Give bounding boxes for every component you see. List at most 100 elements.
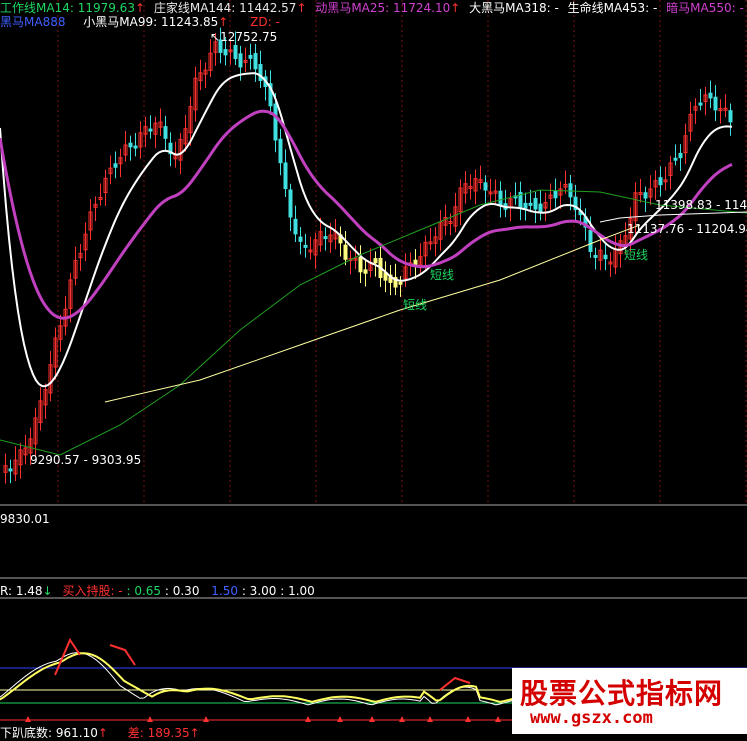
candle-body: [293, 218, 298, 235]
candle-body: [483, 182, 488, 191]
candle-body: [273, 103, 278, 141]
legend-small-horse: 小黑马MA99: 11243.85: [83, 15, 219, 29]
price-chart[interactable]: [0, 0, 747, 734]
candle-body: [588, 229, 593, 252]
bottom-count-arrow: ↑: [97, 726, 108, 740]
candle-body: [593, 254, 598, 258]
candle-body: [133, 145, 138, 149]
indicator-r: R: 1.48: [0, 584, 43, 598]
candle-body: [398, 281, 403, 285]
buy-signal-marker: [337, 716, 343, 722]
candle-body: [8, 468, 13, 472]
candle-body: [163, 126, 168, 139]
legend-dark-horse-25-arrow: ↑: [450, 1, 461, 15]
candle-body: [363, 269, 368, 274]
ma-yellow-line: [104, 224, 641, 403]
legend-dealer-line: 庄家线MA144: 11442.57: [153, 1, 297, 15]
candle-body: [288, 189, 293, 218]
short-line-label-2: 短线: [403, 298, 428, 312]
legend-life-line: 生命线MA453: -: [567, 1, 658, 15]
peak-value: 12752.75: [220, 30, 278, 44]
candle-body: [658, 177, 663, 186]
bottom-count: 下趴底数: 961.10: [0, 726, 98, 740]
candle-body: [148, 128, 153, 132]
candle-body: [533, 197, 538, 210]
indicator-bottom-legend: 下趴底数: 961.10↑ 差: 189.35↑: [0, 724, 200, 741]
indicator-red-segment: [439, 676, 471, 691]
left-value-label: 9830.01: [0, 512, 50, 526]
candle-body: [673, 157, 678, 161]
candle-body: [373, 258, 378, 264]
candle-body: [523, 202, 528, 209]
indicator-legend: R: 1.48↓ 买入持股: - : 0.65 : 0.30 1.50 : 3.…: [0, 582, 315, 599]
indicator-r-arrow: ↓: [42, 584, 53, 598]
legend-dealer-line-arrow: ↑: [296, 1, 307, 15]
candle-body: [343, 244, 348, 260]
candle-body: [528, 202, 533, 206]
peak-label: ↖12752.75: [210, 30, 277, 44]
legend-ma888: 黑马MA888: [0, 15, 66, 29]
right-range-label-1: 11398.83 - 11413: [655, 198, 747, 212]
indicator-v4: : 3.00: [241, 584, 277, 598]
candle-body: [643, 192, 648, 199]
watermark-title: 股票公式指标网: [520, 677, 724, 710]
ma-white-line: [0, 72, 733, 388]
legend-big-horse: 大黑马MA318: -: [469, 1, 559, 15]
indicator-v1: : 0.65: [126, 584, 162, 598]
legend-work-line-arrow: ↑: [134, 1, 146, 15]
ma-magenta-line: [0, 109, 733, 320]
legend-small-horse-arrow: ↑: [218, 15, 229, 29]
buy-signal-marker: [203, 716, 209, 722]
candle-body: [248, 54, 253, 59]
candle-body: [113, 163, 118, 168]
legend-zd: ZD: -: [250, 15, 280, 29]
legend-dark-horse-25: 动黑马MA25: 11724.10: [315, 1, 451, 15]
candle-body: [278, 138, 283, 164]
candle-body: [253, 53, 258, 70]
candle-body: [568, 183, 573, 198]
bottom-diff-arrow: ↑: [189, 726, 200, 740]
low-range-label: 9290.57 - 9303.95: [30, 453, 142, 467]
candle-body: [303, 244, 308, 248]
watermark-url: www.gszx.com: [530, 708, 653, 728]
candle-body: [223, 49, 228, 56]
buy-signal-marker: [399, 716, 405, 722]
candle-body: [603, 254, 608, 260]
candle-body: [498, 190, 503, 206]
buy-signal-marker: [495, 716, 501, 722]
buy-signal-marker: [427, 716, 433, 722]
peak-arrow-icon: ↖: [210, 30, 221, 44]
right-range-label-2: 11137.76 - 11204.94: [627, 222, 747, 236]
candle-body: [233, 45, 238, 60]
buy-signal-marker: [305, 716, 311, 722]
candle-body: [128, 142, 133, 148]
indicator-buy-hold: 买入持股: -: [62, 584, 123, 598]
buy-signal-marker: [465, 716, 471, 722]
candle-body: [358, 256, 363, 273]
buy-signal-marker: [147, 716, 153, 722]
candle-body: [283, 162, 288, 190]
candle-body: [713, 96, 718, 111]
candle-body: [698, 102, 703, 106]
watermark-logo: 股票公式指标网 www.gszx.com: [512, 668, 747, 734]
stock-chart-window: 工作线MA14: 11979.63↑ 庄家线MA144: 11442.57↑ 动…: [0, 0, 747, 740]
buy-signal-marker: [369, 716, 375, 722]
candle-body: [678, 152, 683, 159]
short-line-label-3: 短线: [624, 248, 649, 262]
legend-work-line: 工作线MA14: 11979.63: [0, 1, 135, 15]
indicator-red-segment: [109, 644, 136, 666]
candle-body: [728, 110, 733, 123]
indicator-v3: 1.50: [211, 584, 238, 598]
ma-legend-row2: 黑马MA888 小黑马MA99: 11243.85↑ ZD: -: [0, 14, 285, 30]
short-line-label-1: 短线: [430, 268, 455, 282]
candle-body: [323, 236, 328, 240]
candle-body: [708, 92, 713, 99]
legend-dark-ma550: 暗马MA550: -: [666, 1, 744, 15]
candle-body: [298, 236, 303, 242]
candle-body: [238, 53, 243, 68]
indicator-v5: : 1.00: [280, 584, 315, 598]
indicator-v2: : 0.30: [164, 584, 200, 598]
buy-signal-marker: [25, 716, 31, 722]
bottom-diff: 差: 189.35: [127, 726, 190, 740]
candle-body: [553, 191, 558, 199]
